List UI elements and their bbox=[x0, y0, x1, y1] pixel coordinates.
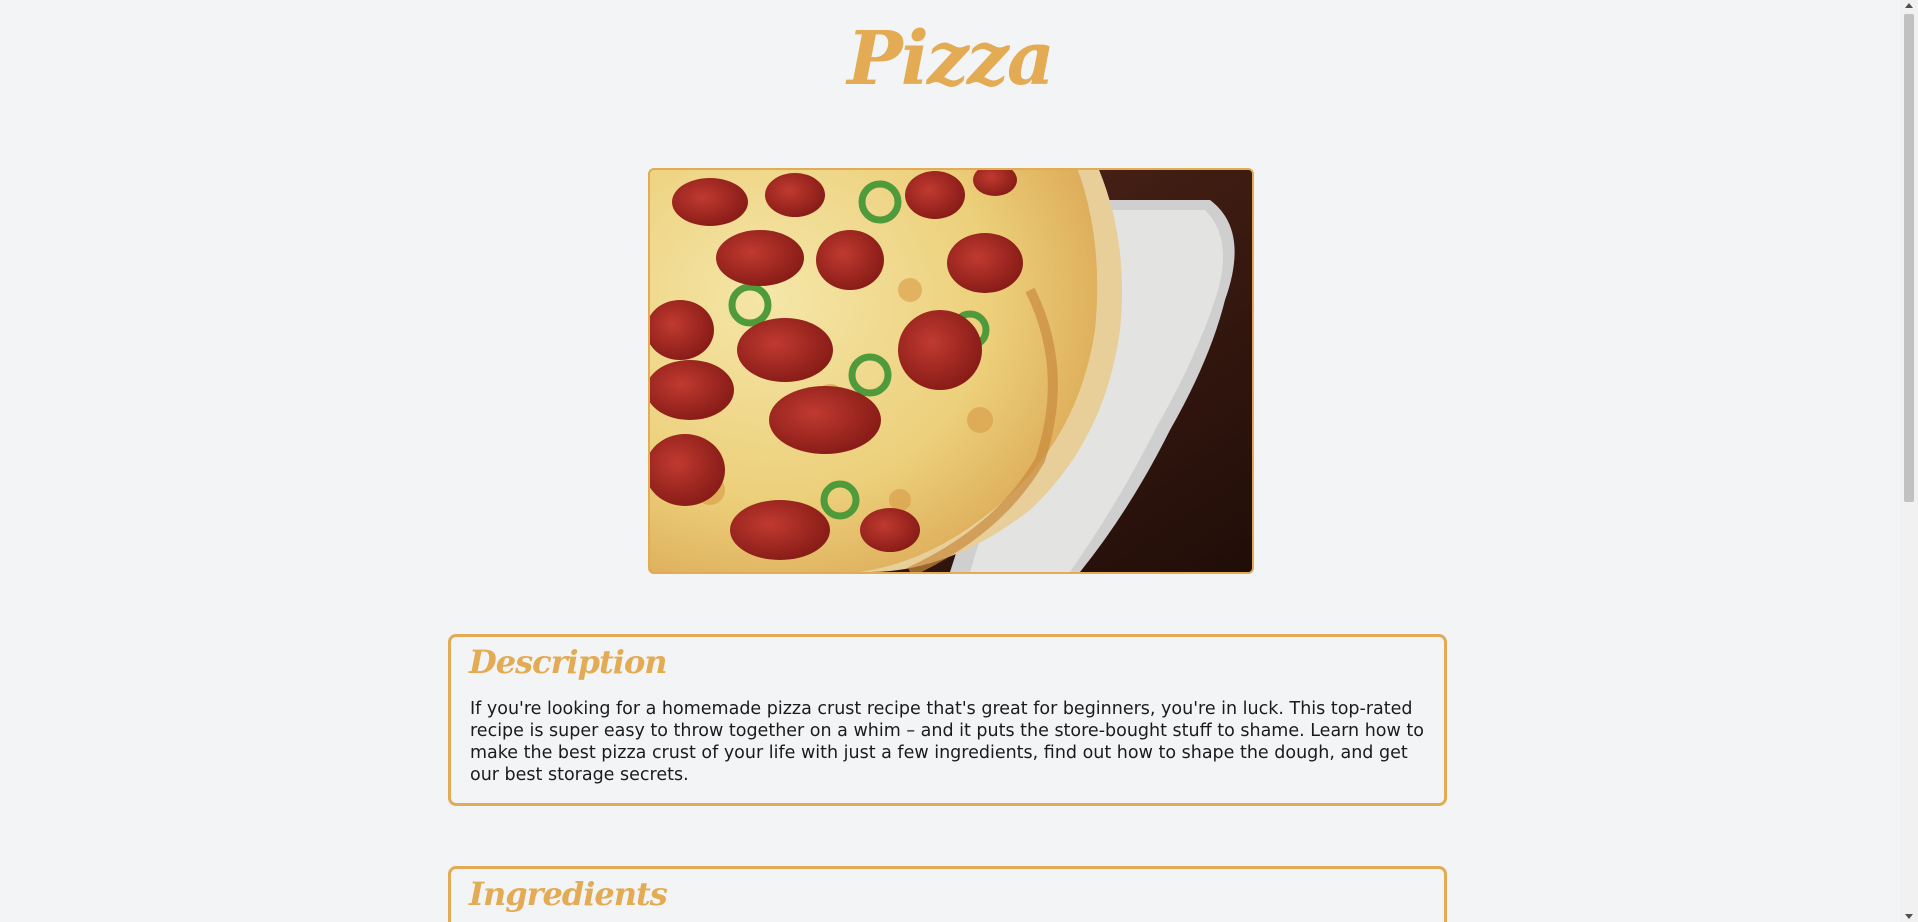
ingredients-heading: Ingredients bbox=[469, 875, 668, 913]
description-card: Description If you're looking for a home… bbox=[448, 634, 1447, 806]
vertical-scrollbar[interactable] bbox=[1900, 0, 1918, 922]
ingredients-card: Ingredients bbox=[448, 866, 1447, 922]
description-heading: Description bbox=[469, 643, 668, 681]
hero-image bbox=[648, 168, 1254, 574]
scroll-up-icon[interactable] bbox=[1905, 3, 1913, 8]
page: Pizza Description If you're looking for … bbox=[0, 0, 1900, 922]
scroll-down-icon[interactable] bbox=[1905, 914, 1913, 919]
page-title: Pizza bbox=[847, 16, 1055, 102]
scrollbar-thumb[interactable] bbox=[1904, 14, 1914, 502]
description-text: If you're looking for a homemade pizza c… bbox=[470, 699, 1424, 785]
